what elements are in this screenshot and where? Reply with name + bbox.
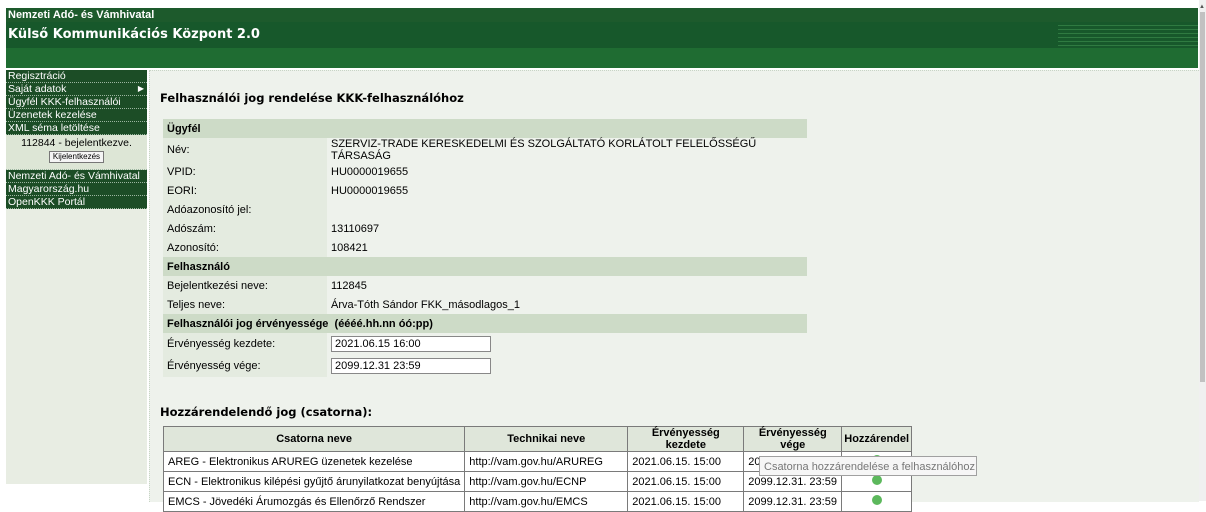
column-header: Érvényesség kezdete bbox=[627, 426, 745, 452]
channel-start: 2021.06.15. 15:00 bbox=[627, 451, 745, 472]
submenu-arrow-icon: ▶ bbox=[137, 84, 144, 93]
field-label: VPID: bbox=[163, 162, 327, 181]
vertical-scrollbar[interactable]: ▲ bbox=[1199, 0, 1206, 501]
column-header: Érvényesség vége bbox=[743, 426, 843, 452]
field-label: EORI: bbox=[163, 181, 327, 200]
login-status: 112844 - bejelentkezve. bbox=[21, 137, 132, 149]
field-label: Érvényesség vége: bbox=[163, 355, 327, 377]
sidebar-item-magyarorszag[interactable]: Magyarország.hu bbox=[6, 183, 147, 196]
date-format-hint: (éééé.hh.nn óó:pp) bbox=[334, 317, 433, 330]
details-form: Ügyfél Név: SZERVIZ-TRADE KERESKEDELMI ÉS… bbox=[163, 119, 807, 377]
field-label: Érvényesség kezdete: bbox=[163, 333, 327, 355]
sidebar-item-registration[interactable]: Regisztráció bbox=[6, 70, 147, 83]
channel-end: 2099.12.31. 23:59 bbox=[743, 491, 843, 512]
page-title: Felhasználói jog rendelése KKK-felhaszná… bbox=[160, 91, 464, 105]
channels-title: Hozzárendelendő jog (csatorna): bbox=[160, 405, 373, 419]
login-box: 112844 - bejelentkezve. Kijelentkezés bbox=[6, 135, 147, 170]
org-header: Nemzeti Adó- és Vámhivatal bbox=[6, 8, 1198, 22]
sidebar-item-openkkk[interactable]: OpenKKK Portál bbox=[6, 196, 147, 209]
column-header: Csatorna neve bbox=[162, 426, 466, 452]
sidebar-item-own-data[interactable]: Saját adatok ▶ bbox=[6, 83, 147, 96]
logout-button[interactable]: Kijelentkezés bbox=[48, 151, 105, 163]
vpid-value: HU0000019655 bbox=[327, 162, 807, 181]
header-band bbox=[6, 48, 1198, 68]
sidebar-item-label: Saját adatok bbox=[8, 83, 67, 95]
channel-tech-name: http://vam.gov.hu/EMCS bbox=[464, 491, 629, 512]
sidebar-item-messages[interactable]: Üzenetek kezelése bbox=[6, 109, 147, 122]
sidebar: Regisztráció Saját adatok ▶ Ügyfél KKK-fe… bbox=[6, 70, 147, 484]
main-content: Felhasználói jog rendelése KKK-felhaszná… bbox=[149, 70, 1199, 512]
field-label: Bejelentkezési neve: bbox=[163, 276, 327, 295]
channel-name: EMCS - Jövedéki Árumozgás és Ellenőrző R… bbox=[162, 491, 466, 512]
section-client: Ügyfél bbox=[163, 119, 807, 138]
field-label: Adószám: bbox=[163, 219, 327, 238]
field-label: Adóazonosító jel: bbox=[163, 200, 327, 219]
eori-value: HU0000019655 bbox=[327, 181, 807, 200]
channel-name: AREG - Elektronikus ARUREG üzenetek keze… bbox=[162, 451, 466, 472]
login-name-value: 112845 bbox=[327, 276, 807, 295]
sidebar-item-xml-schema[interactable]: XML séma letöltése bbox=[6, 122, 147, 135]
scroll-up-icon[interactable]: ▲ bbox=[1199, 4, 1205, 10]
section-user: Felhasználó bbox=[163, 257, 807, 276]
full-name-value: Árva-Tóth Sándor FKK_másodlagos_1 bbox=[327, 295, 807, 314]
field-label: Teljes neve: bbox=[163, 295, 327, 314]
validity-heading: Felhasználói jog érvényessége bbox=[167, 317, 329, 330]
tax-number-value: 13110697 bbox=[327, 219, 807, 238]
scroll-thumb[interactable] bbox=[1200, 12, 1205, 382]
validity-start-input[interactable] bbox=[331, 336, 491, 352]
section-validity: Felhasználói jog érvényessége (éééé.hh.n… bbox=[163, 314, 807, 333]
app-title-bar: Külső Kommunikációs Központ 2.0 bbox=[6, 22, 1198, 48]
app-title: Külső Kommunikációs Központ 2.0 bbox=[8, 27, 260, 42]
field-label: Azonosító: bbox=[163, 238, 327, 257]
identifier-value: 108421 bbox=[327, 238, 807, 257]
channel-name: ECN - Elektronikus kilépési gyűjtő áruny… bbox=[162, 471, 466, 492]
channel-tech-name: http://vam.gov.hu/ARUREG bbox=[464, 451, 629, 472]
channel-start: 2021.06.15. 15:00 bbox=[627, 471, 745, 492]
assign-icon[interactable] bbox=[871, 495, 882, 505]
tax-id-value bbox=[327, 200, 807, 219]
field-label: Név: bbox=[163, 138, 327, 162]
column-header: Hozzárendel bbox=[841, 426, 913, 452]
validity-end-input[interactable] bbox=[331, 358, 491, 374]
sidebar-item-nav[interactable]: Nemzeti Adó- és Vámhivatal bbox=[6, 170, 147, 183]
assign-tooltip: Csatorna hozzárendelése a felhasználóhoz bbox=[759, 456, 977, 476]
title-decoration bbox=[1058, 22, 1198, 48]
channel-start: 2021.06.15. 15:00 bbox=[627, 491, 745, 512]
sidebar-item-client-users[interactable]: Ügyfél KKK-felhasználói bbox=[6, 96, 147, 109]
channel-tech-name: http://vam.gov.hu/ECNP bbox=[464, 471, 629, 492]
client-name-value: SZERVIZ-TRADE KERESKEDELMI ÉS SZOLGÁLTAT… bbox=[327, 138, 807, 162]
table-row: EMCS - Jövedéki Árumozgás és Ellenőrző R… bbox=[162, 491, 913, 512]
column-header: Technikai neve bbox=[464, 426, 629, 452]
